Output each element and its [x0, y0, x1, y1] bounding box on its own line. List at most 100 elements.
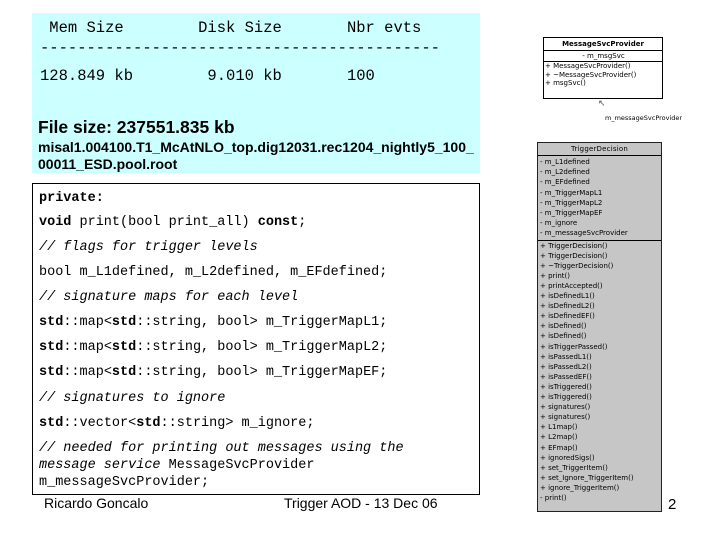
- code-keyword: void: [39, 215, 72, 230]
- code-keyword: private:: [39, 191, 104, 206]
- code-keyword: std: [111, 315, 137, 330]
- code-text: ;: [298, 215, 307, 230]
- code-keyword: std: [39, 340, 64, 355]
- code-comment-line: // flags for trigger levels: [39, 240, 258, 255]
- code-text: m_messageSvcProvider;: [39, 475, 210, 490]
- uml-method: + TriggerDecision(): [540, 251, 608, 260]
- code-keyword: std: [136, 416, 161, 431]
- uml-method: + ignoredSigs(): [540, 453, 595, 462]
- uml-method: + set_Ignore_TriggerItem(): [540, 473, 634, 482]
- uml-method: + isPassedEF(): [540, 372, 592, 381]
- code-text: message service: [39, 458, 161, 473]
- code-line: std::map<std::string, bool> m_TriggerMap…: [39, 340, 387, 355]
- uml-method: + EFmap(): [540, 443, 578, 452]
- uml-methods: + TriggerDecision() + TriggerDecision() + …: [538, 241, 661, 503]
- uml-method: + TriggerDecision(): [540, 241, 608, 250]
- association-arrow-icon: ↖: [598, 98, 606, 108]
- size-table-divider: ----------------------------------------…: [40, 39, 440, 57]
- uml-method: + isPassedL2(): [540, 362, 592, 371]
- uml-method: + signatures(): [540, 403, 591, 412]
- size-table-values: 128.849 kb 9.010 kb 100: [40, 67, 375, 85]
- uml-class-triggerdecision: TriggerDecision - m_L1defined - m_L2defin…: [537, 142, 662, 512]
- code-text: print(bool print_all): [71, 215, 258, 230]
- uml-method: + MessageSvcProvider(): [545, 62, 631, 71]
- code-line: message service MessageSvcProvider: [39, 458, 314, 473]
- code-keyword: const: [257, 215, 299, 230]
- code-text: ::string> m_ignore;: [160, 416, 315, 431]
- code-text: ::map<: [63, 365, 112, 380]
- uml-method: + print(): [540, 271, 570, 280]
- code-text: // signatures to ignore: [39, 391, 226, 406]
- code-line: std::map<std::string, bool> m_TriggerMap…: [39, 315, 387, 330]
- uml-class-messagesvcprovider: MessageSvcProvider - m_msgSvc + MessageS…: [543, 37, 663, 99]
- uml-method: + L1map(): [540, 423, 578, 432]
- uml-method: + L2map(): [540, 433, 578, 442]
- code-keyword: std: [111, 340, 137, 355]
- code-text: ::string, bool> m_TriggerMapL1;: [136, 315, 388, 330]
- uml-attribute: - m_TriggerMapL2: [540, 198, 603, 207]
- code-text: ::vector<: [63, 416, 137, 431]
- code-text: ::map<: [63, 340, 112, 355]
- size-table-header: Mem Size Disk Size Nbr evts: [40, 19, 422, 37]
- uml-attribute: - m_EFdefined: [540, 178, 590, 187]
- uml-attribute: - m_TriggerMapEF: [540, 209, 603, 218]
- code-text: ::map<: [63, 315, 112, 330]
- code-keyword: std: [39, 416, 64, 431]
- uml-attribute: - m_ignore: [540, 219, 578, 228]
- uml-methods: + MessageSvcProvider() + ~MessageSvcProvi…: [544, 62, 662, 87]
- uml-method: + printAccepted(): [540, 282, 603, 290]
- code-text: ::string, bool> m_TriggerMapEF;: [136, 365, 388, 380]
- uml-method: + ~TriggerDecision(): [540, 261, 614, 270]
- association-label: m_messageSvcProvider: [605, 114, 683, 122]
- code-text: bool m_L1defined, m_L2defined, m_EFdefin…: [39, 265, 388, 280]
- code-text: // needed for printing out messages usin…: [39, 441, 404, 456]
- uml-attribute: - m_msgSvc: [582, 52, 625, 60]
- footer-author: Ricardo Goncalo: [44, 495, 149, 511]
- uml-method: + isTriggerPassed(): [540, 342, 608, 351]
- code-keyword: std: [39, 315, 64, 330]
- code-keyword: std: [111, 365, 137, 380]
- uml-attributes: - m_msgSvc: [544, 51, 662, 63]
- uml-class-name: TriggerDecision: [538, 143, 661, 156]
- uml-attributes: - m_L1defined - m_L2defined - m_EFdefined -…: [538, 156, 661, 241]
- uml-attribute: - m_messageSvcProvider: [540, 229, 628, 238]
- code-text: ::string, bool> m_TriggerMapL2;: [136, 340, 388, 355]
- code-listing: private: void print(bool print_all) const…: [32, 183, 480, 495]
- code-line: std::vector<std::string> m_ignore;: [39, 416, 314, 431]
- code-comment-line: // signatures to ignore: [39, 391, 225, 406]
- uml-method: + isDefined(): [540, 332, 587, 341]
- uml-method: + isDefined(): [540, 322, 587, 331]
- code-line: bool m_L1defined, m_L2defined, m_EFdefin…: [39, 265, 387, 280]
- uml-attribute: - m_L1defined: [540, 158, 590, 166]
- file-name-label: misal1.004100.T1_McAtNLO_top.dig12031.re…: [38, 139, 474, 172]
- uml-method: + isDefinedL1(): [540, 292, 595, 301]
- uml-class-name: MessageSvcProvider: [544, 38, 662, 51]
- code-line: m_messageSvcProvider;: [39, 475, 209, 490]
- uml-method: + ~MessageSvcProvider(): [545, 70, 637, 79]
- footer-title: Trigger AOD - 13 Dec 06: [284, 495, 438, 511]
- code-text: // flags for trigger levels: [39, 240, 258, 255]
- file-size-label: File size: 237551.835 kb: [38, 117, 235, 137]
- file-info-panel: Mem Size Disk Size Nbr evts ------------…: [32, 13, 480, 173]
- code-text: MessageSvcProvider: [160, 458, 315, 473]
- uml-method: + msgSvc(): [545, 79, 586, 88]
- code-line: std::map<std::string, bool> m_TriggerMap…: [39, 365, 387, 380]
- uml-attribute: - m_L2defined: [540, 168, 590, 177]
- uml-method: + isTriggered(): [540, 382, 592, 391]
- uml-method: + signatures(): [540, 413, 591, 422]
- code-line: private:: [39, 191, 104, 206]
- uml-method: - print(): [540, 493, 567, 502]
- uml-method: + isDefinedEF(): [540, 312, 595, 321]
- uml-method: + set_TriggerItem(): [540, 463, 608, 472]
- code-comment-line: // signature maps for each level: [39, 290, 298, 305]
- uml-method: + isPassedL1(): [540, 352, 592, 361]
- uml-method: + ignore_TriggerItem(): [540, 483, 620, 492]
- code-comment-line: // needed for printing out messages usin…: [39, 441, 404, 456]
- uml-method: + isTriggered(): [540, 393, 592, 402]
- code-keyword: std: [39, 365, 64, 380]
- code-line: void print(bool print_all) const;: [39, 215, 306, 230]
- page-number: 2: [668, 496, 677, 513]
- uml-method: + isDefinedL2(): [540, 302, 595, 311]
- code-text: // signature maps for each level: [39, 290, 299, 305]
- uml-attribute: - m_TriggerMapL1: [540, 188, 603, 197]
